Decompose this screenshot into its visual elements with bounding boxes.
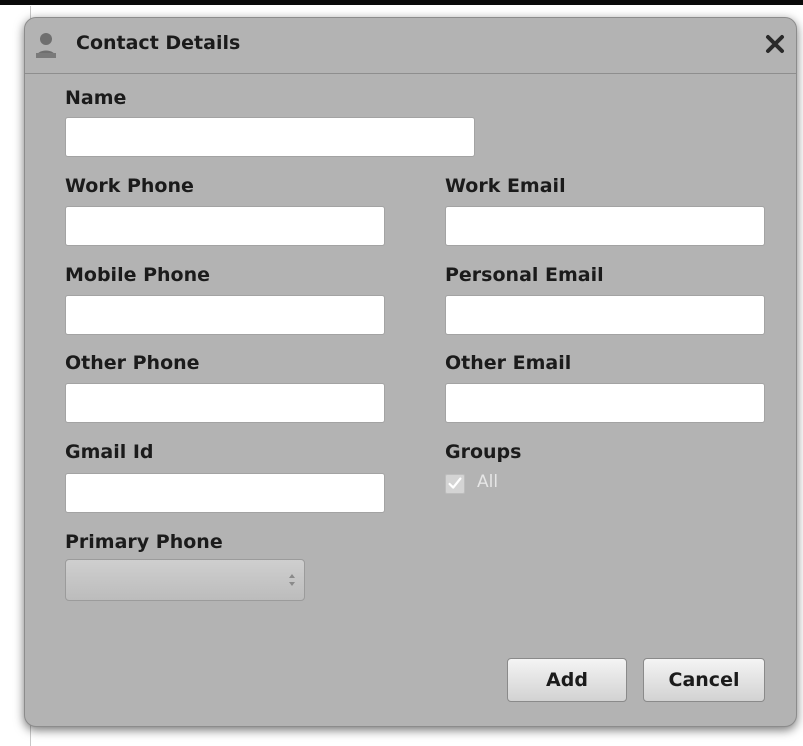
checkmark-icon (448, 477, 462, 489)
other-email-label: Other Email (445, 352, 572, 374)
personal-email-label: Personal Email (445, 264, 604, 286)
other-phone-label: Other Phone (65, 352, 200, 374)
name-field[interactable] (65, 117, 475, 157)
primary-phone-label: Primary Phone (65, 531, 223, 553)
groups-all-checkbox[interactable] (445, 474, 465, 494)
other-phone-field[interactable] (65, 383, 385, 423)
primary-phone-select[interactable] (65, 559, 305, 601)
work-phone-label: Work Phone (65, 175, 194, 197)
mobile-phone-field[interactable] (65, 295, 385, 335)
cancel-button[interactable]: Cancel (643, 658, 765, 702)
top-border (0, 0, 803, 5)
dialog-title: Contact Details (76, 32, 241, 54)
mobile-phone-label: Mobile Phone (65, 264, 211, 286)
gmail-id-label: Gmail Id (65, 441, 154, 463)
work-phone-field[interactable] (65, 206, 385, 246)
gmail-id-field[interactable] (65, 473, 385, 513)
add-button[interactable]: Add (507, 658, 627, 702)
user-icon (36, 33, 56, 58)
work-email-field[interactable] (445, 206, 765, 246)
personal-email-field[interactable] (445, 295, 765, 335)
work-email-label: Work Email (445, 175, 566, 197)
close-icon[interactable] (762, 31, 788, 57)
dialog-titlebar: Contact Details (25, 18, 796, 74)
groups-label: Groups (445, 441, 522, 463)
name-label: Name (65, 87, 127, 109)
updown-arrows-icon (289, 574, 295, 586)
contact-details-dialog: Contact Details Name Work Phone Work Ema… (24, 17, 797, 727)
other-email-field[interactable] (445, 383, 765, 423)
groups-all-label: All (477, 472, 499, 492)
